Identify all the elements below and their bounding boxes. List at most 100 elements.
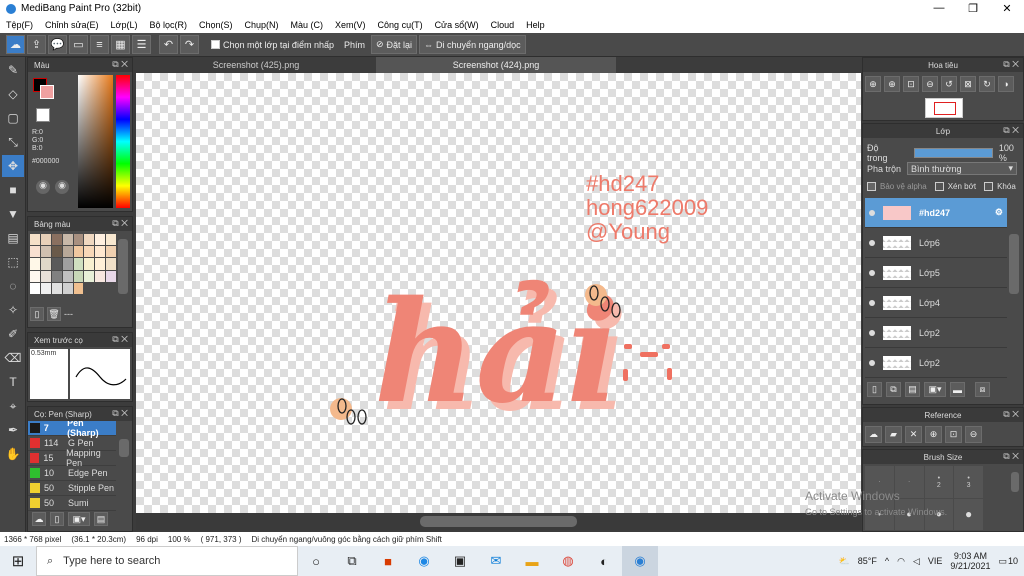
dot-tool-icon[interactable]: ⤡ xyxy=(2,131,24,153)
zoom-in-alt-icon[interactable]: ⊕ xyxy=(884,76,900,92)
palette-swatch[interactable] xyxy=(95,246,106,258)
grid-icon[interactable]: ▦ xyxy=(111,35,130,54)
navigator-thumbnail[interactable] xyxy=(925,98,963,118)
visibility-icon[interactable] xyxy=(869,329,875,336)
gradient-tool-icon[interactable]: ▤ xyxy=(2,227,24,249)
palette-swatch[interactable] xyxy=(73,258,84,270)
palette-swatch[interactable] xyxy=(62,282,73,294)
weather-icon[interactable]: ⛅ xyxy=(839,556,850,567)
new-layer-icon[interactable]: ▯ xyxy=(867,382,882,397)
canvas[interactable]: #hd247 hong622009 @Young hải hải xyxy=(136,73,861,513)
menu-layer[interactable]: Lớp(L) xyxy=(105,20,144,30)
panel-controls-icon[interactable]: ⧉ ✕ xyxy=(112,408,128,419)
brush-item[interactable]: 50 Sumi xyxy=(28,496,116,511)
palette-swatch[interactable] xyxy=(51,282,62,294)
saturation-value-picker[interactable] xyxy=(78,75,113,208)
menu-view[interactable]: Xem(V) xyxy=(329,20,372,30)
brush-size-scrollbar[interactable] xyxy=(1011,472,1019,492)
palette-swatch[interactable] xyxy=(62,270,73,282)
palette-swatch[interactable] xyxy=(95,282,106,294)
layer-row[interactable]: Lớp2 xyxy=(865,318,1007,348)
layer-row[interactable]: Lớp6 xyxy=(865,228,1007,258)
duplicate-layer-icon[interactable]: ⧉ xyxy=(886,382,901,397)
tab-screenshot-425[interactable]: Screenshot (425).png xyxy=(136,57,376,73)
panel-controls-icon[interactable]: ⧉ ✕ xyxy=(112,59,128,70)
close-button[interactable]: ✕ xyxy=(990,2,1024,15)
rectangle-tool-icon[interactable]: ▢ xyxy=(2,107,24,129)
flip-icon[interactable]: ◑ xyxy=(998,76,1014,92)
palette-swatch[interactable] xyxy=(40,258,51,270)
visibility-icon[interactable] xyxy=(869,209,875,216)
background-color-swatch[interactable] xyxy=(40,85,54,99)
menu-capture[interactable]: Chụp(N) xyxy=(239,20,285,30)
layer-row[interactable]: Lớp5 xyxy=(865,258,1007,288)
move-tool-icon[interactable]: ✥ xyxy=(2,155,24,177)
lasso-tool-icon[interactable]: ◌ xyxy=(2,275,24,297)
palette-swatch[interactable] xyxy=(51,246,62,258)
visibility-icon[interactable] xyxy=(869,299,875,306)
chat-icon[interactable]: 💬 xyxy=(48,35,67,54)
navigator-viewport[interactable] xyxy=(934,102,956,115)
horizontal-scrollbar[interactable] xyxy=(136,513,861,530)
language-indicator[interactable]: VIE xyxy=(928,556,943,566)
panel-controls-icon[interactable]: ⧉ ✕ xyxy=(112,334,128,345)
bucket-tool-icon[interactable]: ▼ xyxy=(2,203,24,225)
palette-swatch[interactable] xyxy=(40,282,51,294)
select-tool-icon[interactable]: ⬚ xyxy=(2,251,24,273)
add-layer-menu-icon[interactable]: ▣▾ xyxy=(924,382,946,397)
comment-icon[interactable]: ▭ xyxy=(69,35,88,54)
palette-swatch[interactable] xyxy=(73,270,84,282)
palette-swatch[interactable] xyxy=(62,246,73,258)
move-direction-button[interactable]: ⇔ Di chuyển ngang/dọc xyxy=(419,35,526,54)
eraser-tool-icon[interactable]: ◇ xyxy=(2,83,24,105)
palette-swatch[interactable] xyxy=(73,282,84,294)
reference-zoom-in-icon[interactable]: ⊕ xyxy=(925,426,942,443)
palette-swatch[interactable] xyxy=(106,282,116,294)
palette-swatch[interactable] xyxy=(84,270,95,282)
reference-zoom-out-icon[interactable]: ⊖ xyxy=(965,426,982,443)
file-explorer-icon[interactable]: ▬ xyxy=(514,546,550,576)
menu-cloud[interactable]: Cloud xyxy=(485,20,521,30)
palette-swatch[interactable] xyxy=(62,234,73,246)
chrome-icon[interactable]: ◍ xyxy=(550,546,586,576)
palette-swatch[interactable] xyxy=(30,282,40,294)
panel-controls-icon[interactable]: ⧉ ✕ xyxy=(1003,125,1019,136)
menu-edit[interactable]: Chỉnh sửa(E) xyxy=(39,20,105,30)
select-layer-checkbox[interactable] xyxy=(211,40,220,49)
cloud-reference-icon[interactable]: ☁ xyxy=(865,426,882,443)
brush-size-cell[interactable]: • 2 xyxy=(924,466,954,498)
list-icon[interactable]: ☰ xyxy=(132,35,151,54)
blend-mode-select[interactable]: Bình thường ▾ xyxy=(907,162,1018,175)
menu-tools[interactable]: Công cụ(T) xyxy=(372,20,429,30)
fill-rect-tool-icon[interactable]: ■ xyxy=(2,179,24,201)
share-icon[interactable]: ⇪ xyxy=(27,35,46,54)
palette-swatch[interactable] xyxy=(40,234,51,246)
palette-swatch[interactable] xyxy=(62,258,73,270)
palette-swatch[interactable] xyxy=(84,258,95,270)
palette-swatch[interactable] xyxy=(51,270,62,282)
reset-view-icon[interactable]: ⊠ xyxy=(960,76,976,92)
reset-button[interactable]: ⊘ Đặt lại xyxy=(370,35,418,54)
palette-swatch[interactable] xyxy=(84,282,95,294)
zoom-out-icon[interactable]: ⊖ xyxy=(922,76,938,92)
merge-layer-icon[interactable]: ⧈ xyxy=(975,382,990,397)
palette-swatch[interactable] xyxy=(40,270,51,282)
maximize-button[interactable]: ❐ xyxy=(956,2,990,15)
palette-swatch[interactable] xyxy=(95,270,106,282)
medibang-taskbar-icon[interactable]: ◉ xyxy=(622,546,658,576)
panel-controls-icon[interactable]: ⧉ ✕ xyxy=(112,218,128,229)
panel-controls-icon[interactable]: ⧉ ✕ xyxy=(1003,409,1019,420)
palette2-icon[interactable]: ◉ xyxy=(55,180,69,194)
palette-swatch[interactable] xyxy=(30,246,40,258)
store-icon[interactable]: ▣ xyxy=(442,546,478,576)
hand-tool-icon[interactable]: ✋ xyxy=(2,443,24,465)
undo-icon[interactable]: ↶ xyxy=(159,35,178,54)
lock-checkbox[interactable] xyxy=(984,182,994,191)
palette-scrollbar[interactable] xyxy=(118,239,128,294)
brush-item[interactable]: 50 Stipple Pen xyxy=(28,481,116,496)
cortana-icon[interactable]: ○ xyxy=(298,546,334,576)
transparent-swatch[interactable] xyxy=(36,108,50,122)
palette-swatch[interactable] xyxy=(73,246,84,258)
palette-swatch[interactable] xyxy=(73,234,84,246)
taskbar-search-box[interactable]: ⌕ Type here to search xyxy=(36,546,298,576)
